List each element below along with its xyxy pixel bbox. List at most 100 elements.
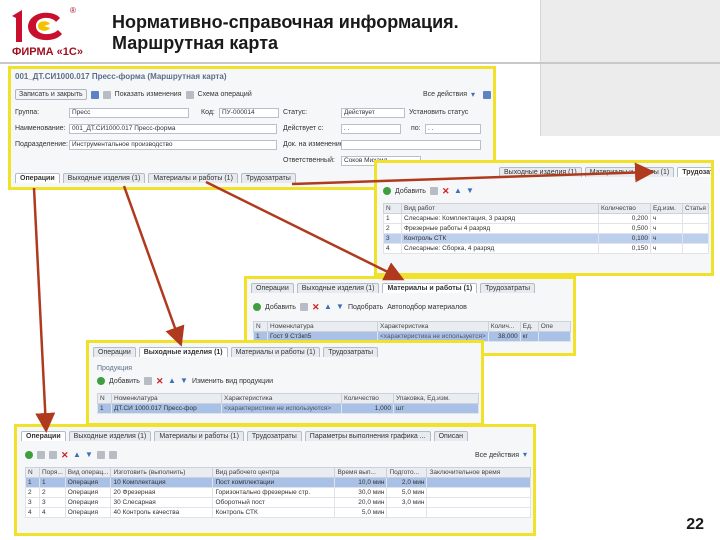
- col-operation-type[interactable]: Вид операц...: [64, 467, 112, 478]
- labor-table: N Вид работ Количество Ед.изм. Статья 1С…: [383, 203, 709, 254]
- move-up-icon[interactable]: ▲: [73, 451, 81, 459]
- tab-description[interactable]: Описан: [433, 431, 468, 441]
- save-close-button[interactable]: Записать и закрыть: [15, 89, 87, 100]
- move-up-icon[interactable]: ▲: [454, 187, 462, 195]
- add-icon[interactable]: [25, 451, 33, 459]
- col-prep-time[interactable]: Подгото...: [386, 467, 428, 478]
- add-button[interactable]: Добавить: [109, 378, 140, 385]
- edit-icon[interactable]: [49, 451, 57, 459]
- col-item[interactable]: Номенклатура: [111, 393, 222, 404]
- division-field[interactable]: Инструментальное производство: [69, 140, 277, 150]
- move-down-icon[interactable]: ▼: [336, 303, 344, 311]
- tab-outputs[interactable]: Выходные изделия (1): [62, 173, 146, 183]
- col-operation[interactable]: Опе: [537, 321, 572, 332]
- tab-labor[interactable]: Трудозатраты: [480, 283, 536, 293]
- add-button[interactable]: Добавить: [265, 304, 296, 311]
- col-article[interactable]: Статья: [682, 203, 709, 214]
- tab-schedule-params[interactable]: Параметры выполнения графика ...: [304, 431, 431, 441]
- col-final-time[interactable]: Заключительное время: [426, 467, 531, 478]
- tab-materials[interactable]: Материалы и работы (1): [584, 167, 675, 177]
- col-n[interactable]: N: [253, 321, 268, 332]
- col-quantity[interactable]: Колич...: [487, 321, 521, 332]
- tab-labor[interactable]: Трудозатраты: [323, 347, 379, 357]
- delete-icon[interactable]: ✕: [442, 187, 450, 196]
- copy-icon[interactable]: [37, 451, 45, 459]
- table-row[interactable]: 4 Слесарные: Сборка, 4 разряд 0,150 ч: [383, 243, 709, 254]
- col-order[interactable]: Поря...: [39, 467, 66, 478]
- col-work-type[interactable]: Вид работ: [401, 203, 599, 214]
- tab-materials[interactable]: Материалы и работы (1): [154, 431, 244, 441]
- code-field[interactable]: ПУ-000014: [219, 108, 279, 118]
- col-n[interactable]: N: [25, 467, 40, 478]
- tab-materials[interactable]: Материалы и работы (1): [148, 173, 238, 183]
- tab-outputs[interactable]: Выходные изделия (1): [296, 283, 380, 293]
- tab-outputs[interactable]: Выходные изделия (1): [138, 347, 228, 357]
- move-down-icon[interactable]: ▼: [180, 377, 188, 385]
- tab-labor[interactable]: Трудозатраты (4): [677, 167, 711, 177]
- delete-icon[interactable]: ✕: [312, 303, 320, 312]
- delete-icon[interactable]: ✕: [61, 451, 69, 460]
- sort-icon[interactable]: [97, 451, 105, 459]
- change-product-type-button[interactable]: Изменить вид продукции: [192, 378, 273, 385]
- col-unit[interactable]: Упаковка, Ед.изм.: [393, 393, 479, 404]
- copy-icon[interactable]: [143, 377, 152, 385]
- move-down-icon[interactable]: ▼: [466, 187, 474, 195]
- table-row[interactable]: 2 Фрезерные работы 4 разряд 0,500 ч: [383, 223, 709, 234]
- valid-from-field[interactable]: . .: [341, 124, 401, 134]
- col-n[interactable]: N: [97, 393, 112, 404]
- save-icon[interactable]: [90, 90, 99, 99]
- add-icon: [97, 377, 105, 385]
- tab-labor[interactable]: Трудозатраты: [246, 431, 302, 441]
- move-up-icon[interactable]: ▲: [168, 377, 176, 385]
- col-item[interactable]: Номенклатура: [267, 321, 378, 332]
- autopick-button[interactable]: Автоподбор материалов: [387, 304, 467, 311]
- table-row[interactable]: 2 2 Операция 20 Фрезерная Горизонтально фрез…: [25, 487, 531, 498]
- tab-operations[interactable]: Операции: [21, 431, 66, 441]
- col-characteristic[interactable]: Характеристика: [221, 393, 342, 404]
- table-row[interactable]: 3 3 Операция 30 Слесарная Оборотный пост 20,0…: [25, 497, 531, 508]
- name-field[interactable]: 001_ДТ.СИ1000.017 Пресс-форма: [69, 124, 277, 134]
- table-row[interactable]: 4 4 Операция 40 Контроль качества Контроль С…: [25, 507, 531, 518]
- tab-operations[interactable]: Операции: [93, 347, 136, 357]
- table-row-selected[interactable]: 1 1 Операция 10 Комплектация Пост комплектац…: [25, 477, 531, 488]
- col-exec-time[interactable]: Время вып...: [334, 467, 388, 478]
- tab-outputs[interactable]: Выходные изделия (1): [499, 167, 582, 177]
- copy-icon[interactable]: [429, 187, 438, 195]
- col-unit[interactable]: Ед.: [519, 321, 539, 332]
- document-field[interactable]: [341, 140, 481, 150]
- valid-to-field[interactable]: . .: [425, 124, 481, 134]
- table-row-selected[interactable]: 1 ДТ.СИ 1000.017 Пресс-фор <характеристики…: [97, 403, 479, 414]
- move-up-icon[interactable]: ▲: [324, 303, 332, 311]
- show-changes-link[interactable]: Показать изменения: [115, 91, 182, 98]
- tab-operations[interactable]: Операции: [251, 283, 294, 293]
- move-down-icon[interactable]: ▼: [85, 451, 93, 459]
- col-quantity[interactable]: Количество: [341, 393, 394, 404]
- tab-labor[interactable]: Трудозатраты: [240, 173, 296, 183]
- delete-icon[interactable]: ✕: [156, 377, 164, 386]
- table-row-selected[interactable]: 3 Контроль СТК 0,100 ч: [383, 233, 709, 244]
- col-unit[interactable]: Ед.изм.: [650, 203, 683, 214]
- filter-icon[interactable]: [109, 451, 117, 459]
- scheme-link[interactable]: Схема операций: [198, 91, 252, 98]
- help-icon[interactable]: [483, 90, 491, 99]
- col-n[interactable]: N: [383, 203, 402, 214]
- group-field[interactable]: Пресс: [69, 108, 189, 118]
- tab-operations[interactable]: Операции: [15, 173, 60, 183]
- col-quantity[interactable]: Количество: [598, 203, 651, 214]
- pick-button[interactable]: Подобрать: [348, 304, 383, 311]
- col-characteristic[interactable]: Характеристика: [377, 321, 489, 332]
- cell-type: Операция: [64, 497, 112, 508]
- tab-materials[interactable]: Материалы и работы (1): [382, 283, 478, 293]
- col-make[interactable]: Изготовить (выполнить): [110, 467, 214, 478]
- col-work-center-type[interactable]: Вид рабочего центра: [212, 467, 336, 478]
- table-row[interactable]: 1 Слесарные: Комплектация, 3 разряд 0,200 ч: [383, 213, 709, 224]
- tab-materials[interactable]: Материалы и работы (1): [230, 347, 321, 357]
- all-actions-menu[interactable]: Все действия: [475, 452, 519, 459]
- tab-outputs[interactable]: Выходные изделия (1): [68, 431, 152, 441]
- add-button[interactable]: Добавить: [395, 188, 426, 195]
- copy-icon[interactable]: [299, 303, 308, 311]
- set-status-menu[interactable]: Установить статус: [409, 109, 468, 116]
- all-actions-menu[interactable]: Все действия: [423, 91, 467, 98]
- status-field[interactable]: Действует: [341, 108, 405, 118]
- scheme-icon: [185, 90, 194, 99]
